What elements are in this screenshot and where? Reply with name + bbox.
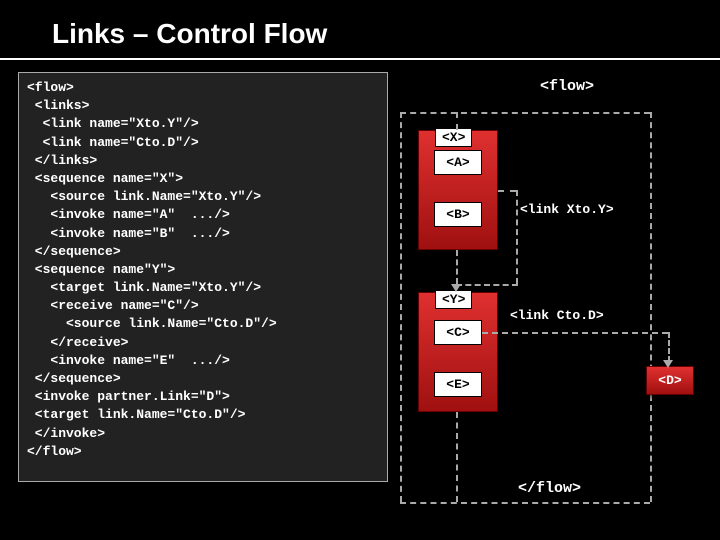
sequence-y-label: <Y> [435,290,472,309]
code-listing: <flow> <links> <link name="Xto.Y"/> <lin… [18,72,388,482]
flow-border [400,112,402,502]
arrow-xtoy-head [451,284,461,292]
arrow-xtoy [498,190,516,192]
sequence-x-box: <X> [418,130,498,250]
flow-border [400,112,650,114]
arrow-xtoy [516,190,518,284]
flow-spine [456,112,458,130]
arrow-xtoy [456,284,518,286]
page-title: Links – Control Flow [52,18,327,50]
title-underline [0,58,720,60]
arrow-ctod [482,332,668,334]
activity-b: <B> [434,202,482,227]
activity-e: <E> [434,372,482,397]
activity-d: <D> [646,366,694,395]
arrow-ctod-head [663,360,673,368]
arrow-ctod [668,332,670,362]
link-xtoy-label: <link Xto.Y> [520,202,614,217]
flow-border [400,502,650,504]
flow-open-label: <flow> [540,78,594,95]
activity-a: <A> [434,150,482,175]
code-text: <flow> <links> <link name="Xto.Y"/> <lin… [27,79,379,461]
activity-c: <C> [434,320,482,345]
flow-border [650,112,652,502]
link-ctod-label: <link Cto.D> [510,308,604,323]
flow-spine [456,412,458,502]
flow-diagram: <flow> <X> <A> <B> <Y> <C> <E> <D> <link… [400,72,710,512]
flow-spine [456,250,458,284]
sequence-x-label: <X> [435,128,472,147]
flow-close-label: </flow> [518,480,581,497]
